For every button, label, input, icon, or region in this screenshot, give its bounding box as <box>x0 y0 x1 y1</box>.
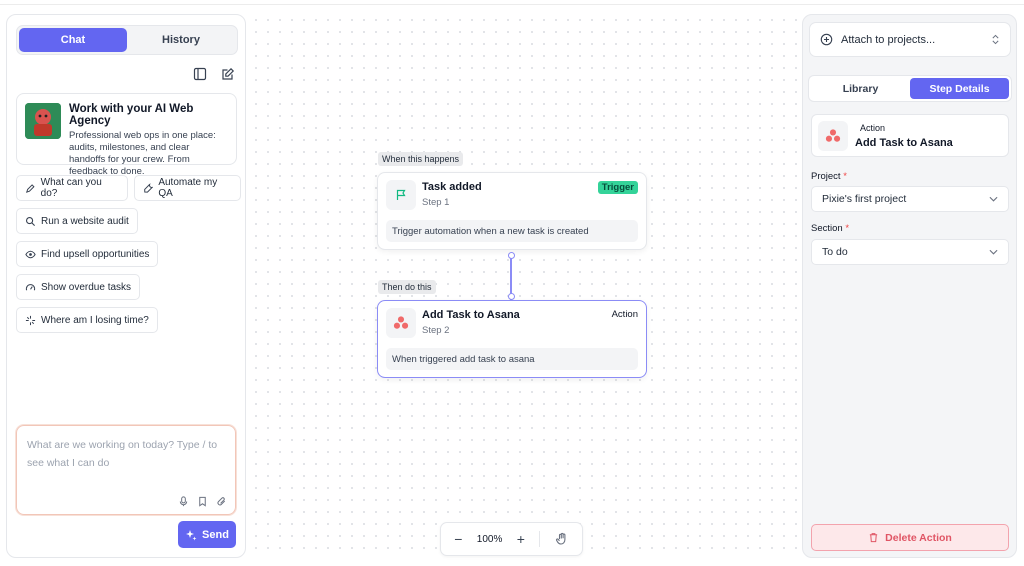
node-trigger-task-added[interactable]: Task added Step 1 Trigger Trigger automa… <box>377 172 647 250</box>
asana-icon <box>393 316 409 329</box>
plus-circle-icon <box>820 33 833 46</box>
chip-website-audit[interactable]: Run a website audit <box>16 208 138 234</box>
zoom-divider <box>539 531 541 547</box>
details-panel: Attach to projects... Library Step Detai… <box>802 14 1017 558</box>
node-step: Step 2 <box>422 325 450 336</box>
connector-handle-bottom[interactable] <box>507 293 515 300</box>
chat-composer <box>16 425 236 515</box>
microphone-icon[interactable] <box>178 496 189 507</box>
suggestion-chips: What can you do? Automate my QA Run a we… <box>16 175 241 340</box>
send-button[interactable]: Send <box>178 521 236 548</box>
chip-label: Automate my QA <box>158 177 218 199</box>
trigger-section-label: When this happens <box>378 152 464 166</box>
chip-losing-time[interactable]: Where am I losing time? <box>16 307 158 333</box>
chevron-down-icon <box>989 249 998 255</box>
node-action-add-task-asana[interactable]: Add Task to Asana Step 2 Action When tri… <box>377 300 647 378</box>
project-value: Pixie's first project <box>822 193 907 205</box>
attach-label: Attach to projects... <box>841 33 936 46</box>
chip-what-can-you-do[interactable]: What can you do? <box>16 175 128 201</box>
node-description: Trigger automation when a new task is cr… <box>386 220 638 242</box>
node-icon-box <box>386 308 416 338</box>
node-description: When triggered add task to asana <box>386 348 638 370</box>
delete-label: Delete Action <box>885 531 952 544</box>
sparkle-icon <box>186 529 197 540</box>
node-icon-box <box>386 180 416 210</box>
chip-label: Where am I losing time? <box>41 314 149 326</box>
delete-action-button[interactable]: Delete Action <box>811 524 1009 551</box>
chat-input[interactable] <box>27 436 225 486</box>
agency-title: Work with your AI Web Agency <box>69 103 194 127</box>
sidebar-toggle-icon[interactable] <box>193 67 207 81</box>
project-label-text: Project <box>811 171 841 182</box>
new-chat-icon[interactable] <box>221 67 235 81</box>
chat-panel: Chat History Work with your AI Web Agenc… <box>6 14 246 558</box>
panel-actions <box>193 67 235 81</box>
chip-label: Show overdue tasks <box>41 281 132 293</box>
zoom-out-button[interactable]: − <box>454 531 462 547</box>
step-name: Add Task to Asana <box>855 137 953 149</box>
required-mark: * <box>843 171 847 182</box>
node-title: Add Task to Asana <box>422 309 520 321</box>
node-title: Task added <box>422 181 482 193</box>
agency-card[interactable]: Work with your AI Web Agency Professiona… <box>16 93 237 177</box>
detail-tabs: Library Step Details <box>808 75 1012 102</box>
trigger-badge: Trigger <box>597 181 638 194</box>
flag-icon <box>396 189 406 200</box>
send-label: Send <box>202 528 229 541</box>
tab-step-details[interactable]: Step Details <box>910 78 1009 99</box>
chat-tabs: Chat History <box>16 25 238 55</box>
gauge-icon <box>25 283 36 290</box>
chip-label: Find upsell opportunities <box>41 248 150 260</box>
action-badge: Action <box>611 309 638 320</box>
tab-chat[interactable]: Chat <box>19 28 127 52</box>
project-field-label: Project * <box>811 171 847 182</box>
chip-label: What can you do? <box>40 177 102 199</box>
asana-icon <box>825 129 841 142</box>
project-select[interactable]: Pixie's first project <box>811 186 1009 212</box>
step-icon-box <box>818 121 848 151</box>
chip-overdue-tasks[interactable]: Show overdue tasks <box>16 274 141 300</box>
required-mark: * <box>845 223 850 234</box>
section-select[interactable]: To do <box>811 239 1009 265</box>
chip-automate-qa[interactable]: Automate my QA <box>133 175 241 201</box>
tab-library[interactable]: Library <box>811 78 910 99</box>
chevron-updown-icon <box>992 34 999 45</box>
tab-history[interactable]: History <box>127 28 235 52</box>
paperclip-icon[interactable] <box>216 496 227 507</box>
node-step: Step 1 <box>422 197 450 208</box>
bookmark-icon[interactable] <box>197 496 208 507</box>
connector-handle-top[interactable] <box>507 252 515 259</box>
step-type: Action <box>860 123 886 133</box>
action-section-label: Then do this <box>378 280 436 294</box>
chip-label: Run a website audit <box>41 215 129 227</box>
eye-icon <box>25 250 36 258</box>
workflow-canvas[interactable]: When this happens Task added Step 1 Trig… <box>250 14 798 558</box>
selected-step-card: Action Add Task to Asana <box>811 114 1009 157</box>
zoom-in-button[interactable]: + <box>517 531 525 547</box>
zoom-controls: − 100% + <box>440 522 583 556</box>
section-value: To do <box>822 246 848 258</box>
attach-projects-select[interactable]: Attach to projects... <box>809 22 1011 57</box>
trash-icon <box>869 533 878 543</box>
search-icon <box>26 216 36 226</box>
sparkle-icon <box>25 315 36 325</box>
zoom-level: 100% <box>476 533 503 545</box>
chevron-down-icon <box>989 196 998 202</box>
pencil-icon <box>26 183 35 193</box>
top-divider <box>0 4 1024 5</box>
chip-upsell[interactable]: Find upsell opportunities <box>16 241 159 267</box>
agency-avatar <box>25 103 61 139</box>
section-field-label: Section * <box>811 223 849 234</box>
agency-description: Professional web ops in one place: audit… <box>69 130 216 177</box>
composer-actions <box>178 496 227 507</box>
wrench-icon <box>143 182 154 193</box>
section-label-text: Section <box>811 223 843 234</box>
hand-pan-icon[interactable] <box>555 532 569 546</box>
